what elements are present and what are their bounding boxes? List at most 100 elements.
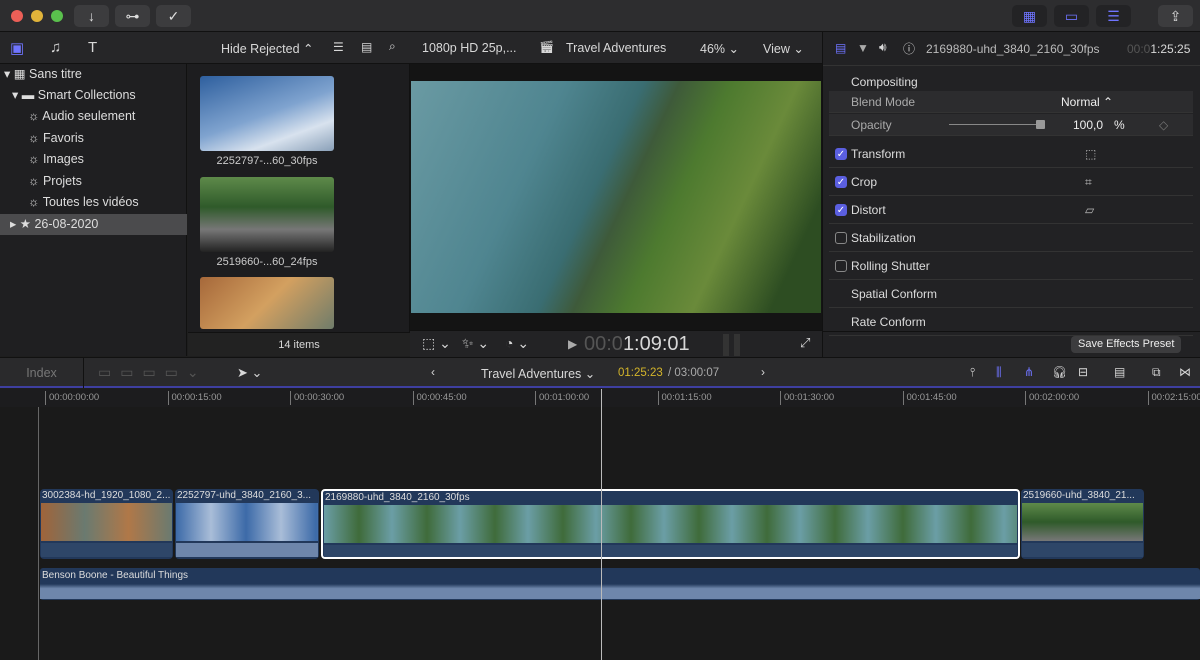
fullscreen-icon[interactable]: ⤢ bbox=[800, 335, 810, 351]
forward-icon[interactable]: › bbox=[761, 365, 765, 379]
distort-onscreen-control-icon[interactable]: ▱ bbox=[1085, 196, 1094, 224]
grid-icon[interactable]: ▦ bbox=[1012, 5, 1047, 27]
inspector-section-transform[interactable]: ✓ Transform ⬚ bbox=[829, 140, 1193, 168]
audio-skimming-icon[interactable]: ⫼ bbox=[996, 365, 1002, 380]
view-dropdown[interactable]: View ⌄ bbox=[763, 41, 804, 56]
clip-filmstrip bbox=[41, 503, 172, 541]
audio-clip[interactable]: Benson Boone - Beautiful Things bbox=[40, 568, 1200, 600]
timeline-clip-selected[interactable]: 2169880-uhd_3840_2160_30fps bbox=[321, 489, 1020, 559]
clip-audio bbox=[324, 545, 1017, 557]
inspector-section-spatial-conform[interactable]: Spatial Conform bbox=[829, 280, 1193, 308]
titles-icon[interactable]: T bbox=[88, 39, 97, 56]
keyframe-icon[interactable]: ◇ bbox=[1159, 114, 1168, 136]
zoom-window-button[interactable] bbox=[51, 10, 63, 22]
share-icon[interactable]: ⇪ bbox=[1158, 5, 1193, 27]
libraries-icon[interactable]: ▣ bbox=[10, 39, 24, 57]
minimize-window-button[interactable] bbox=[31, 10, 43, 22]
import-button[interactable]: ↓ bbox=[74, 5, 109, 27]
playhead[interactable] bbox=[601, 389, 602, 660]
section-checkbox[interactable]: ✓ bbox=[835, 204, 847, 216]
transform-tool-icon[interactable]: ⬚ ⌄ bbox=[422, 335, 451, 352]
clip-audio bbox=[41, 543, 172, 557]
snapping-icon[interactable]: ⊟ bbox=[1078, 365, 1088, 379]
collection-label: Toutes les vidéos bbox=[42, 195, 139, 209]
skimming-icon[interactable]: ⫯ bbox=[970, 365, 975, 380]
blend-mode-dropdown[interactable]: Normal ⌃ bbox=[1061, 91, 1113, 113]
transform-onscreen-control-icon[interactable]: ⬚ bbox=[1085, 140, 1096, 168]
timeline-index-button[interactable]: Index bbox=[0, 358, 84, 388]
solo-icon[interactable]: ⋔ bbox=[1024, 365, 1034, 379]
headphones-icon[interactable]: 🎧︎ bbox=[1052, 365, 1067, 379]
viewer-toolbar: 1080p HD 25p,... 🎬︎ Travel Adventures 46… bbox=[410, 32, 822, 64]
info-inspector-icon[interactable]: ⓘ bbox=[903, 40, 915, 57]
back-icon[interactable]: ‹ bbox=[431, 365, 435, 379]
timeline-position: 01:25:23 bbox=[618, 367, 663, 379]
ruler-tick-label: 00:01:45:00 bbox=[902, 391, 957, 405]
inspector-clip-name: 2169880-uhd_3840_2160_30fps bbox=[926, 42, 1100, 56]
background-tasks-button[interactable]: ✓ bbox=[156, 5, 191, 27]
zoom-dropdown[interactable]: 46% ⌄ bbox=[700, 41, 739, 56]
save-effects-preset-button[interactable]: Save Effects Preset bbox=[1071, 336, 1182, 353]
section-checkbox[interactable]: ✓ bbox=[835, 148, 847, 160]
video-inspector-icon[interactable]: ▤ bbox=[835, 41, 846, 55]
sidebar-item-collection[interactable]: ☼ Favoris bbox=[0, 128, 187, 149]
opacity-value[interactable]: 100,0 bbox=[1073, 114, 1103, 136]
opacity-row: Opacity 100,0 % ◇ bbox=[829, 114, 1193, 136]
ruler-tick-label: 00:01:15:00 bbox=[657, 391, 712, 405]
section-checkbox[interactable] bbox=[835, 232, 847, 244]
opacity-slider[interactable] bbox=[949, 124, 1041, 125]
timeline-project-dropdown[interactable]: Travel Adventures ⌄ bbox=[481, 366, 595, 381]
clip-thumbnail[interactable] bbox=[200, 76, 334, 151]
filmstrip-view-icon[interactable]: ▤ bbox=[361, 40, 372, 54]
clip-thumbnail[interactable] bbox=[200, 177, 334, 252]
section-checkbox[interactable] bbox=[835, 260, 847, 272]
transitions-browser-icon[interactable]: ⋈ bbox=[1179, 365, 1191, 379]
timeline-clip[interactable]: 2252797-uhd_3840_2160_3... bbox=[175, 489, 319, 559]
timeline-clip[interactable]: 3002384-hd_1920_1080_2... bbox=[40, 489, 173, 559]
sidebar-item-event[interactable]: ▸ ★ 26-08-2020 bbox=[0, 214, 187, 235]
sidebar-item-library[interactable]: ▾ ▦ Sans titre bbox=[0, 64, 187, 85]
sidebar-item-collection[interactable]: ☼ Audio seulement bbox=[0, 106, 187, 127]
effects-browser-icon[interactable]: ⧉ bbox=[1152, 365, 1161, 380]
play-icon[interactable]: ▶ bbox=[568, 337, 577, 351]
sidebar-item-collection[interactable]: ☼ Projets bbox=[0, 171, 187, 192]
clip-name: 2519660-uhd_3840_21... bbox=[1023, 490, 1135, 501]
retime-icon[interactable]: ◔ ⌄ bbox=[505, 335, 529, 352]
collection-label: Favoris bbox=[42, 131, 84, 145]
clip-appearance-icon[interactable]: ☰ bbox=[333, 40, 344, 54]
keywords-button[interactable]: ⊶ bbox=[115, 5, 150, 27]
sidebar-item-smart-collections[interactable]: ▾ ▬ Smart Collections bbox=[0, 85, 187, 106]
select-tool-icon[interactable]: ➤ ⌄ bbox=[237, 365, 262, 381]
audio-inspector-icon[interactable]: 🔊︎ bbox=[879, 40, 887, 55]
search-icon[interactable]: ⌕ bbox=[389, 39, 396, 54]
inspector-section-distort[interactable]: ✓ Distort ▱ bbox=[829, 196, 1193, 224]
enhance-icon[interactable]: ✨︎ ⌄ bbox=[462, 335, 489, 352]
inspector-section-stabilization[interactable]: Stabilization bbox=[829, 224, 1193, 252]
viewer-controls: ⬚ ⌄ ✨︎ ⌄ ◔ ⌄ ▶ 00:01:09:01 ⤢ bbox=[410, 330, 822, 357]
inspector-section-rolling-shutter[interactable]: Rolling Shutter bbox=[829, 252, 1193, 280]
sliders-icon[interactable]: ☰ bbox=[1096, 5, 1131, 27]
project-format[interactable]: 1080p HD 25p,... bbox=[422, 41, 517, 55]
sidebar-item-collection[interactable]: ☼ Toutes les vidéos bbox=[0, 192, 187, 213]
timecode-value: 1:09:01 bbox=[622, 333, 690, 355]
edit-buttons[interactable]: ▭▭▭▭⌄ bbox=[98, 364, 208, 381]
audio-clip-name: Benson Boone - Beautiful Things bbox=[42, 570, 189, 581]
photos-audio-icon[interactable]: ♫ bbox=[50, 39, 61, 56]
clip-thumbnail[interactable] bbox=[200, 277, 334, 329]
crop-onscreen-control-icon[interactable]: ⌗ bbox=[1085, 168, 1092, 196]
sidebar-item-collection[interactable]: ☼ Images bbox=[0, 149, 187, 170]
event-label: 26-08-2020 bbox=[34, 217, 99, 231]
close-window-button[interactable] bbox=[11, 10, 23, 22]
color-inspector-icon[interactable]: ▼ bbox=[857, 41, 869, 55]
filmstrip-icon[interactable]: ▭ bbox=[1054, 5, 1089, 27]
video-frame[interactable] bbox=[411, 81, 821, 313]
opacity-slider-knob[interactable] bbox=[1036, 120, 1045, 129]
filter-dropdown[interactable]: Hide Rejected ⌃ bbox=[221, 41, 313, 56]
collection-label: Images bbox=[42, 152, 84, 166]
timeline-clip[interactable]: 2519660-uhd_3840_21... bbox=[1021, 489, 1144, 559]
timeline-ruler[interactable]: 00:00:00:00 00:00:15:00 00:00:30:00 00:00:4… bbox=[0, 389, 1200, 407]
section-checkbox[interactable]: ✓ bbox=[835, 176, 847, 188]
blend-mode-label: Blend Mode bbox=[851, 95, 916, 109]
inspector-section-crop[interactable]: ✓ Crop ⌗ bbox=[829, 168, 1193, 196]
clip-appearance-icon[interactable]: ▤ bbox=[1114, 365, 1125, 379]
